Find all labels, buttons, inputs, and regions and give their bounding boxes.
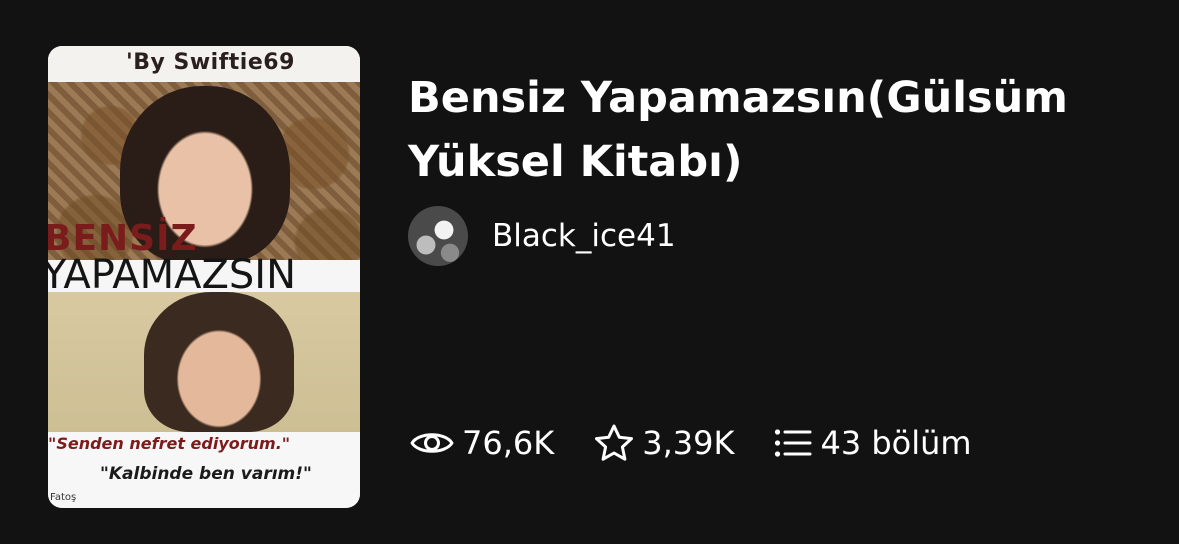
stat-reads: 76,6K: [410, 424, 554, 462]
stat-parts: 43 bölüm: [774, 424, 972, 462]
story-cover[interactable]: 'By Swiftie69 BENSİZ YAPAMAZSIN "Senden …: [48, 46, 360, 508]
cover-signature: Fatoş: [50, 492, 77, 503]
cover-quote-2: "Kalbinde ben varım!": [100, 464, 312, 484]
cover-author-credit: 'By Swiftie69: [126, 50, 295, 75]
reads-count: 76,6K: [462, 424, 555, 462]
stat-votes: 3,39K: [594, 424, 734, 462]
story-card[interactable]: 'By Swiftie69 BENSİZ YAPAMAZSIN "Senden …: [0, 0, 1179, 544]
author-name[interactable]: Black_ice41: [492, 218, 676, 254]
author-row[interactable]: Black_ice41: [408, 206, 676, 266]
parts-count: 43 bölüm: [820, 424, 972, 462]
story-title[interactable]: Bensiz Yapamazsın(Gülsüm Yüksel Kitabı): [408, 66, 1108, 194]
list-icon: [775, 429, 812, 457]
cover-quote-1: "Senden nefret ediyorum.": [48, 434, 291, 453]
votes-count: 3,39K: [642, 424, 735, 462]
eye-icon: [410, 433, 454, 453]
avatar[interactable]: [408, 206, 468, 266]
star-icon: [595, 424, 634, 461]
stats-row: 76,6K 3,39K 43 bölüm: [410, 418, 1012, 468]
cover-portrait-man: [144, 292, 294, 432]
